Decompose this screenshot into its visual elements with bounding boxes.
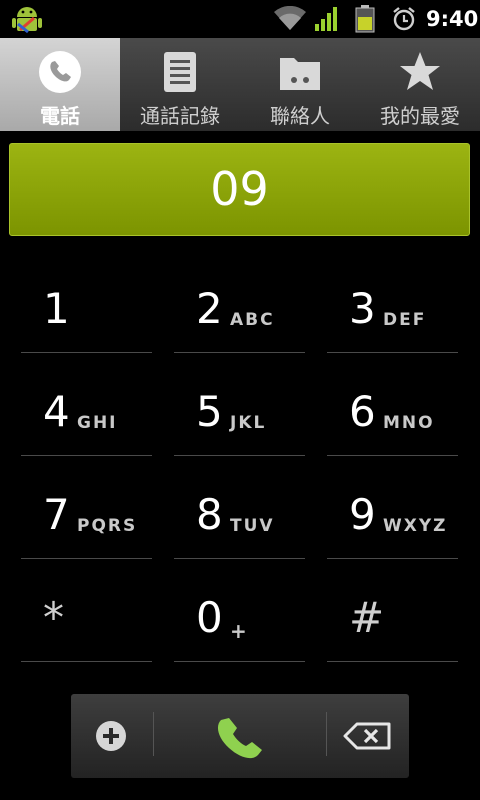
key-9[interactable]: 9 WXYZ bbox=[327, 456, 458, 559]
key-0[interactable]: 0 + bbox=[174, 559, 305, 662]
key-digit: 4 bbox=[43, 387, 70, 436]
key-letters: + bbox=[230, 619, 249, 643]
backspace-icon bbox=[343, 722, 391, 750]
tab-bar: 電話 通話記錄 聯絡人 我的最愛 bbox=[0, 38, 480, 131]
key-letters: MNO bbox=[383, 413, 435, 433]
phone-icon bbox=[39, 51, 81, 93]
key-7[interactable]: 7 PQRS bbox=[21, 456, 152, 559]
key-divider bbox=[327, 661, 458, 662]
key-letters: PQRS bbox=[77, 516, 138, 536]
key-digit: 6 bbox=[349, 387, 376, 436]
key-digit: * bbox=[43, 593, 64, 642]
key-6[interactable]: 6 MNO bbox=[327, 353, 458, 456]
tab-favorites[interactable]: 我的最愛 bbox=[360, 38, 480, 131]
tab-label: 我的最愛 bbox=[380, 104, 460, 128]
action-separator bbox=[326, 712, 327, 756]
key-letters: WXYZ bbox=[383, 516, 448, 536]
key-divider bbox=[21, 661, 152, 662]
key-divider bbox=[174, 661, 305, 662]
key-pound[interactable]: # bbox=[327, 559, 458, 662]
battery-icon bbox=[355, 5, 375, 33]
tab-call-log[interactable]: 通話記錄 bbox=[120, 38, 240, 131]
call-icon bbox=[217, 718, 262, 759]
backspace-button[interactable] bbox=[343, 722, 391, 750]
tab-phone[interactable]: 電話 bbox=[0, 38, 120, 131]
call-log-icon bbox=[164, 52, 196, 92]
key-digit: 2 bbox=[196, 284, 223, 333]
key-digit: 1 bbox=[43, 284, 70, 333]
tab-label: 電話 bbox=[40, 104, 80, 128]
action-separator bbox=[153, 712, 154, 756]
add-contact-icon bbox=[96, 721, 126, 751]
status-bar: 9:40 bbox=[0, 0, 480, 38]
key-letters: ABC bbox=[230, 310, 275, 330]
alarm-icon bbox=[393, 7, 415, 31]
tab-label: 通話記錄 bbox=[140, 104, 220, 128]
status-time: 9:40 bbox=[426, 7, 479, 31]
dialed-number: 09 bbox=[210, 162, 269, 216]
tab-contacts[interactable]: 聯絡人 bbox=[240, 38, 360, 131]
key-star[interactable]: * bbox=[21, 559, 152, 662]
tab-label: 聯絡人 bbox=[270, 104, 330, 128]
call-button[interactable] bbox=[211, 710, 267, 764]
key-5[interactable]: 5 JKL bbox=[174, 353, 305, 456]
key-2[interactable]: 2 ABC bbox=[174, 250, 305, 353]
wifi-icon bbox=[274, 6, 306, 30]
key-digit: 8 bbox=[196, 490, 223, 539]
key-letters: JKL bbox=[230, 413, 267, 433]
key-letters: GHI bbox=[77, 413, 118, 433]
key-3[interactable]: 3 DEF bbox=[327, 250, 458, 353]
add-contact-button[interactable] bbox=[95, 720, 127, 752]
key-digit: 5 bbox=[196, 387, 223, 436]
key-letters: TUV bbox=[230, 516, 275, 536]
key-digit: 9 bbox=[349, 490, 376, 539]
key-1[interactable]: 1 bbox=[21, 250, 152, 353]
dialer-action-bar bbox=[71, 694, 409, 778]
key-digit: # bbox=[349, 593, 385, 642]
signal-icon bbox=[315, 7, 337, 31]
key-digit: 7 bbox=[43, 490, 70, 539]
star-icon bbox=[400, 52, 440, 90]
android-notification-icon bbox=[12, 7, 42, 34]
key-digit: 0 bbox=[196, 593, 223, 642]
key-letters: DEF bbox=[383, 310, 427, 330]
key-digit: 3 bbox=[349, 284, 376, 333]
number-display[interactable]: 09 bbox=[9, 143, 470, 236]
key-8[interactable]: 8 TUV bbox=[174, 456, 305, 559]
contacts-icon bbox=[280, 58, 320, 90]
key-4[interactable]: 4 GHI bbox=[21, 353, 152, 456]
